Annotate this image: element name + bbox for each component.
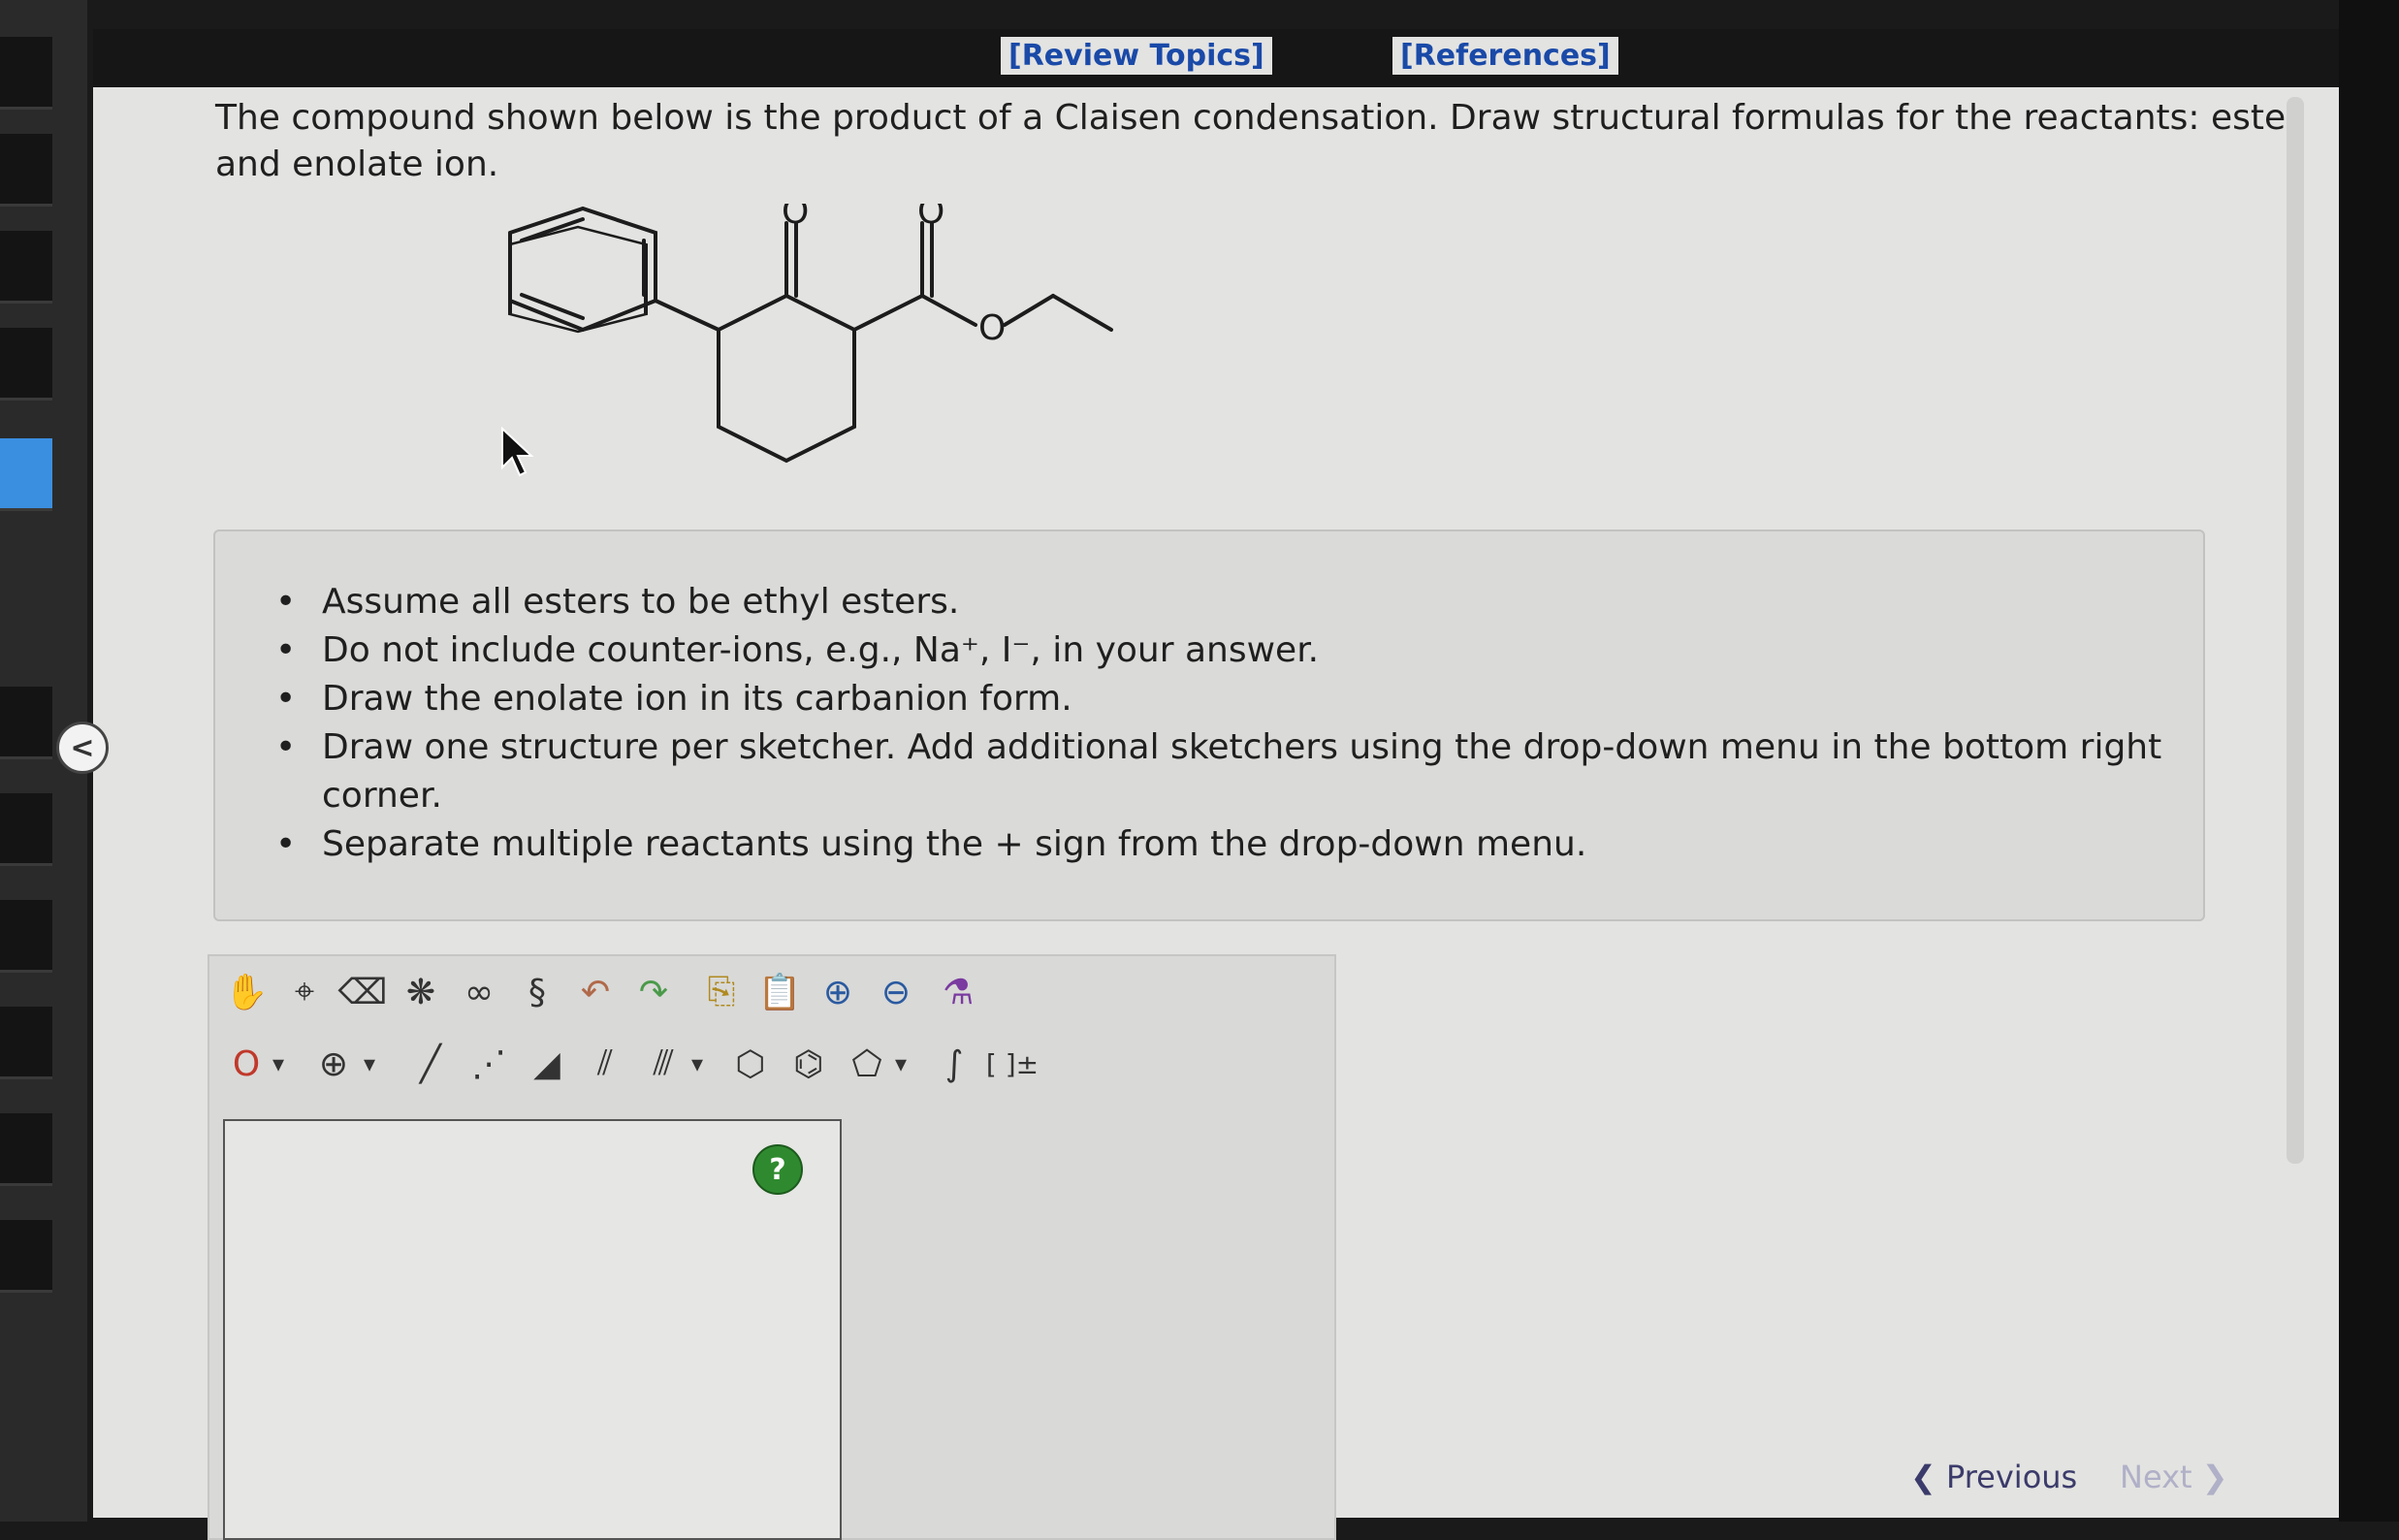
- clean-structure-icon[interactable]: ❋: [394, 964, 448, 1020]
- top-bar: [Review Topics] [References]: [93, 29, 2339, 87]
- ring-dropdown[interactable]: ▾: [886, 1036, 915, 1092]
- next-label: Next: [2120, 1459, 2192, 1495]
- references-link[interactable]: [References]: [1392, 37, 1618, 75]
- lasso-select-icon[interactable]: ⌖: [277, 964, 332, 1020]
- paste-icon[interactable]: 📋: [752, 964, 807, 1020]
- sidebar-tab[interactable]: [0, 900, 52, 973]
- sidebar-tab[interactable]: [0, 37, 52, 110]
- window-edge: [2339, 0, 2399, 1522]
- drawing-canvas[interactable]: [223, 1119, 842, 1540]
- rotate-icon[interactable]: §: [510, 964, 564, 1020]
- sidebar-tab[interactable]: [0, 328, 52, 401]
- cyclohexane-ring: [717, 293, 856, 464]
- bond: [920, 294, 977, 327]
- chevron-left-icon: ❮: [1910, 1459, 1936, 1495]
- help-icon[interactable]: ?: [752, 1144, 803, 1195]
- wedge-bond-icon[interactable]: ◢: [520, 1036, 574, 1092]
- instructions-box: Assume all esters to be ethyl esters. Do…: [213, 529, 2205, 921]
- redo-icon[interactable]: ↷: [626, 964, 681, 1020]
- benzene-double-bond: [520, 293, 585, 320]
- instruction-item: Separate multiple reactants using the + …: [275, 820, 2203, 869]
- bond-dropdown[interactable]: ▾: [683, 1036, 712, 1092]
- product-structure: O O O: [508, 204, 1113, 464]
- oxygen-label: O: [917, 204, 944, 232]
- bracket-charge-button[interactable]: [ ]±: [985, 1036, 1040, 1092]
- sidebar-tab[interactable]: [0, 1007, 52, 1079]
- sidebar-tab[interactable]: [0, 1220, 52, 1293]
- scrollbar[interactable]: [2287, 97, 2304, 1164]
- eraser-icon[interactable]: ⌫: [336, 964, 390, 1020]
- oxygen-label: O: [782, 204, 809, 232]
- previous-label: Previous: [1945, 1459, 2078, 1495]
- double-bond-icon[interactable]: ⫽: [578, 1036, 632, 1092]
- question-text: The compound shown below is the product …: [215, 98, 2300, 184]
- charge-plus-button[interactable]: ⊕: [306, 1036, 361, 1092]
- chevron-left-icon: <: [70, 730, 95, 765]
- benzene-ring-outline: [508, 206, 657, 333]
- next-button[interactable]: Next ❯: [2120, 1459, 2228, 1495]
- sidebar-tab[interactable]: [0, 231, 52, 304]
- instruction-item: Draw the enolate ion in its carbanion fo…: [275, 675, 2203, 723]
- sidebar-tab[interactable]: [0, 1113, 52, 1186]
- instruction-item: Do not include counter-ions, e.g., Na⁺, …: [275, 626, 2203, 675]
- sidebar-tab-active[interactable]: [0, 438, 52, 511]
- single-bond-icon[interactable]: ╱: [403, 1036, 458, 1092]
- collapse-sidebar-button[interactable]: <: [56, 722, 109, 774]
- hashed-bond-icon[interactable]: ⋰: [462, 1036, 516, 1092]
- zoom-in-icon[interactable]: ⊕: [811, 964, 865, 1020]
- copy-icon[interactable]: ⎘: [694, 964, 749, 1020]
- bond: [1003, 294, 1055, 327]
- question-panel: [Review Topics] [References] The compoun…: [93, 29, 2339, 1540]
- bond: [654, 299, 720, 332]
- previous-button[interactable]: ❮ Previous: [1910, 1459, 2077, 1495]
- hand-pan-icon[interactable]: ✋: [219, 964, 273, 1020]
- benzene-double-bond: [520, 217, 585, 242]
- bond: [1051, 294, 1113, 332]
- periodic-table-icon[interactable]: ⚗: [931, 964, 985, 1020]
- chevron-right-icon: ❯: [2201, 1459, 2228, 1495]
- benzene-icon[interactable]: ⌬: [782, 1036, 836, 1092]
- charge-dropdown[interactable]: ▾: [355, 1036, 384, 1092]
- review-topics-link[interactable]: [Review Topics]: [1001, 37, 1272, 75]
- bond: [852, 294, 924, 332]
- cyclohexane-icon[interactable]: ⬡: [723, 1036, 778, 1092]
- zoom-out-icon[interactable]: ⊖: [869, 964, 923, 1020]
- sidebar-tab[interactable]: [0, 793, 52, 866]
- polymer-sgroup-icon[interactable]: ∫: [927, 1036, 981, 1092]
- sidebar-tab[interactable]: [0, 687, 52, 759]
- atom-dropdown[interactable]: ▾: [264, 1036, 293, 1092]
- undo-icon[interactable]: ↶: [568, 964, 623, 1020]
- instruction-item: Draw one structure per sketcher. Add add…: [275, 723, 2203, 820]
- structure-sketcher: ✋ ⌖ ⌫ ❋ ∞ § ↶ ↷ ⎘ 📋 ⊕ ⊖ ⚗ O ▾ ⊕ ▾ ╱ ⋰ ◢ …: [208, 954, 1336, 1540]
- mouse-pointer-icon: [501, 427, 534, 477]
- oxygen-label: O: [978, 308, 1006, 348]
- sidebar-tab[interactable]: [0, 134, 52, 207]
- clean-2d-icon[interactable]: ∞: [452, 964, 506, 1020]
- instruction-item: Assume all esters to be ethyl esters.: [275, 578, 2203, 626]
